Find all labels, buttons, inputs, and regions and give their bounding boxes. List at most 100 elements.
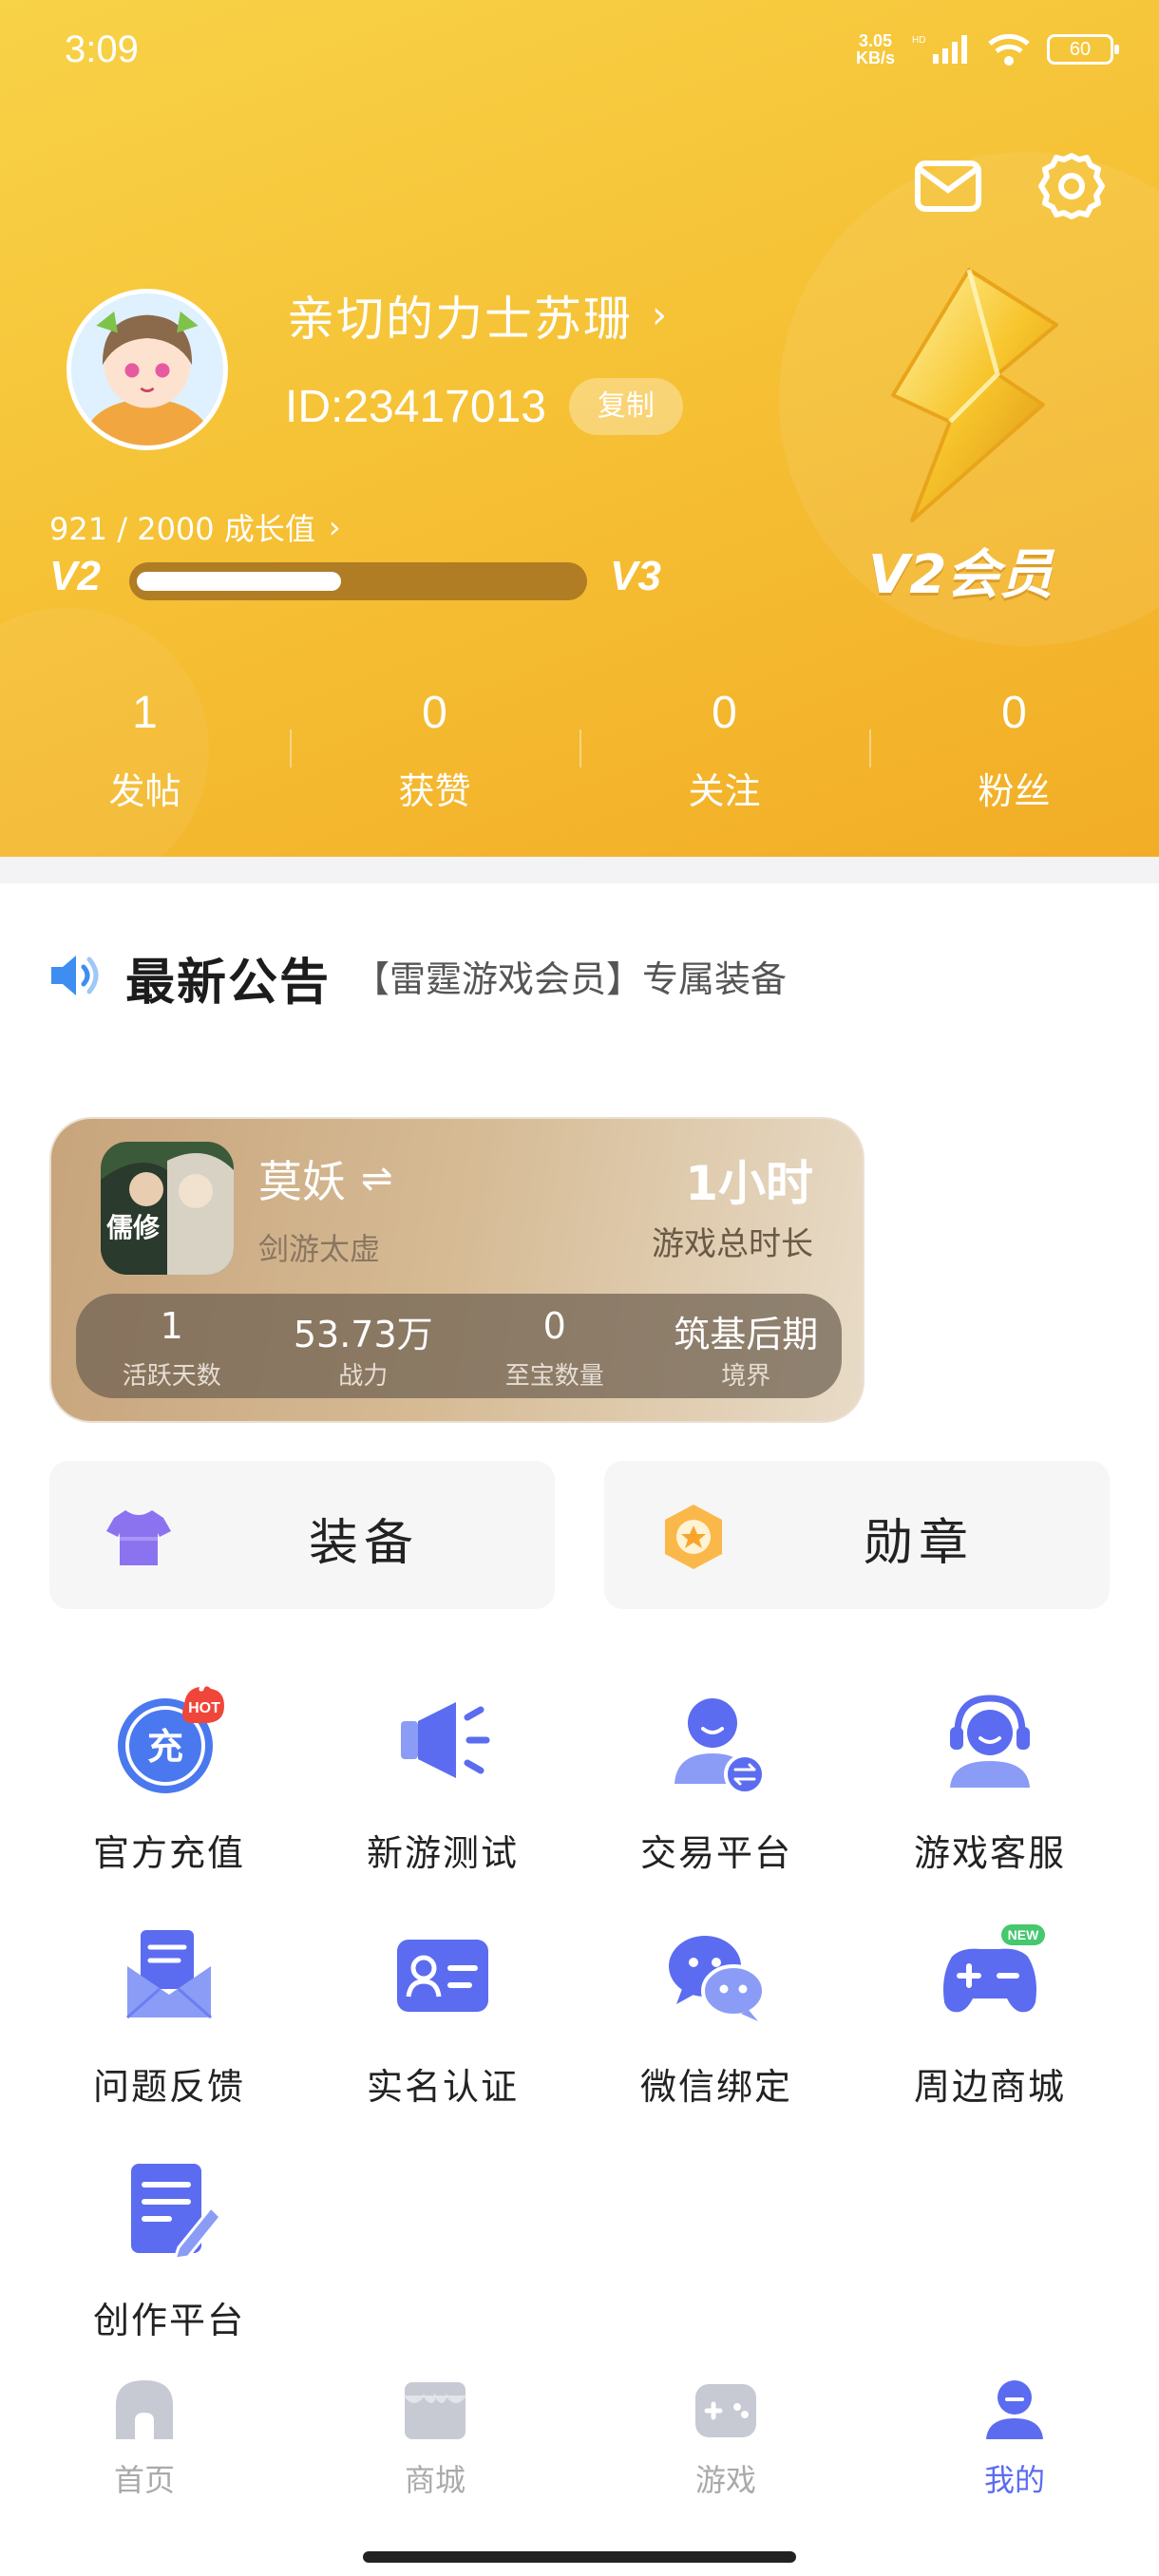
wechat-icon <box>669 1936 766 2021</box>
service-real-name[interactable]: 实名认证 <box>306 1898 580 2108</box>
service-label: 新游测试 <box>366 1832 519 1874</box>
stat-label: 粉丝 <box>978 770 1051 812</box>
recharge-glyph: 充 <box>147 1726 183 1768</box>
wifi-icon <box>988 33 1030 66</box>
profile-icon <box>986 2380 1043 2439</box>
service-label: 问题反馈 <box>92 2066 245 2108</box>
battery-indicator: 60 <box>1047 34 1119 65</box>
swap-icon: ⇌ <box>361 1157 393 1201</box>
game-icon <box>695 2384 756 2437</box>
nav-label: 游戏 <box>694 2462 756 2498</box>
service-merch-store[interactable]: NEW 周边商城 <box>853 1898 1127 2108</box>
user-id: ID:23417013 <box>285 381 546 432</box>
game-stat-label: 至宝数量 <box>504 1362 604 1391</box>
nav-profile[interactable]: 我的 <box>920 2371 1110 2500</box>
megaphone-icon <box>401 1702 490 1778</box>
avatar[interactable] <box>66 289 228 450</box>
next-level: V3 <box>610 553 661 599</box>
growth-progress-bar <box>129 562 587 600</box>
stat-label: 获赞 <box>398 770 471 812</box>
stat-label: 发帖 <box>108 770 181 812</box>
profile-stats: 1 发帖 0 获赞 0 关注 0 粉丝 <box>0 680 1159 832</box>
status-bar: 3:09 3.05 KB/s HD 60 <box>0 0 1159 104</box>
service-label: 官方充值 <box>92 1832 245 1874</box>
game-stat: 0 至宝数量 <box>459 1294 651 1398</box>
bottom-navigation: 首页 商城 游戏 我的 <box>0 2339 1159 2576</box>
gamepad-icon: NEW <box>943 1924 1045 2013</box>
network-speed-unit: KB/s <box>855 48 895 67</box>
game-cover-image: 儒修 <box>101 1142 234 1275</box>
stat-followers[interactable]: 0 粉丝 <box>869 680 1159 832</box>
stat-following[interactable]: 0 关注 <box>580 680 869 832</box>
notice-text[interactable]: 【雷霆游戏会员】专属装备 <box>353 950 787 1002</box>
stat-likes[interactable]: 0 获赞 <box>290 680 580 832</box>
game-stat-label: 活跃天数 <box>122 1362 221 1391</box>
chevron-right-icon: › <box>652 294 667 337</box>
growth-link[interactable]: 921 / 2000 成长值 › <box>49 505 341 549</box>
service-new-game-test[interactable]: 新游测试 <box>306 1664 580 1874</box>
feedback-icon <box>126 1930 212 2019</box>
vip-lightning-badge-icon[interactable] <box>855 262 1074 528</box>
nav-label: 我的 <box>983 2462 1045 2498</box>
equipment-button[interactable]: 装备 <box>49 1461 555 1609</box>
game-server: 剑游太虚 <box>258 1231 381 1267</box>
stat-label: 关注 <box>688 770 761 812</box>
stat-posts[interactable]: 1 发帖 <box>0 680 290 832</box>
announcement-bar[interactable]: 最新公告 【雷霆游戏会员】专属装备 <box>0 883 1159 1079</box>
service-customer-support[interactable]: 游戏客服 <box>853 1664 1127 1874</box>
service-label: 实名认证 <box>366 2066 519 2108</box>
nav-home[interactable]: 首页 <box>49 2371 239 2500</box>
username-link[interactable]: 亲切的力士苏珊 › <box>287 281 667 350</box>
home-icon <box>116 2380 173 2439</box>
service-label: 交易平台 <box>639 1832 792 1874</box>
growth-progress-fill <box>137 572 341 591</box>
profile-header: 3:09 3.05 KB/s HD 60 亲切的力士苏珊 › ID:234170… <box>0 0 1159 857</box>
game-switch[interactable]: 莫妖 ⇌ <box>258 1147 393 1210</box>
medal-label: 勋章 <box>863 1515 974 1572</box>
service-label: 游戏客服 <box>913 1832 1066 1874</box>
game-stat-value: 0 <box>542 1305 566 1347</box>
vip-label: V2会员 <box>868 544 1054 606</box>
avatar-image <box>71 294 223 445</box>
game-record-card[interactable]: 儒修 莫妖 ⇌ 剑游太虚 1小时 游戏总时长 1 活跃天数 53.73万 战力 … <box>49 1117 864 1423</box>
service-label: 周边商城 <box>913 2066 1066 2108</box>
username: 亲切的力士苏珊 <box>287 292 633 347</box>
copy-id-button[interactable]: 复制 <box>568 378 683 435</box>
edit-doc-icon <box>131 2164 223 2261</box>
nav-games[interactable]: 游戏 <box>631 2371 821 2500</box>
game-stat-label: 战力 <box>338 1362 389 1391</box>
service-feedback[interactable]: 问题反馈 <box>32 1898 306 2108</box>
nav-store[interactable]: 商城 <box>340 2371 530 2500</box>
speaker-icon <box>51 956 99 995</box>
game-stat-label: 境界 <box>721 1362 771 1391</box>
service-label: 创作平台 <box>92 2300 245 2341</box>
new-badge: NEW <box>1008 1927 1039 1942</box>
game-stat: 1 活跃天数 <box>76 1294 268 1398</box>
trade-user-icon <box>674 1698 766 1795</box>
service-wechat-bind[interactable]: 微信绑定 <box>580 1898 853 2108</box>
notice-title: 最新公告 <box>125 955 332 1012</box>
service-label: 微信绑定 <box>639 2066 792 2108</box>
mail-icon[interactable] <box>912 150 984 222</box>
cover-text-1: 儒修 <box>106 1212 161 1243</box>
status-time: 3:09 <box>65 28 139 70</box>
gear-icon[interactable] <box>1036 150 1108 222</box>
service-recharge[interactable]: 充 HOT 官方充值 <box>32 1664 306 1874</box>
home-indicator[interactable] <box>363 2551 796 2563</box>
game-stat: 53.73万 战力 <box>268 1294 460 1398</box>
service-trade[interactable]: 交易平台 <box>580 1664 853 1874</box>
playtime-value: 1小时 <box>685 1156 813 1211</box>
id-card-icon <box>397 1940 488 2012</box>
playtime-label: 游戏总时长 <box>652 1225 813 1263</box>
service-creator-platform[interactable]: 创作平台 <box>32 2131 306 2341</box>
stat-value: 0 <box>422 688 447 738</box>
medal-button[interactable]: 勋章 <box>604 1461 1110 1609</box>
signal-icon: HD <box>912 35 967 64</box>
growth-value: 921 / 2000 成长值 <box>49 511 315 547</box>
game-stats: 1 活跃天数 53.73万 战力 0 至宝数量 筑基后期 境界 <box>76 1294 842 1398</box>
stat-value: 0 <box>1001 688 1027 738</box>
game-stat: 筑基后期 境界 <box>651 1294 843 1398</box>
recharge-icon: 充 HOT <box>118 1686 224 1793</box>
network-type: HD <box>912 35 925 46</box>
nav-label: 首页 <box>113 2462 175 2498</box>
